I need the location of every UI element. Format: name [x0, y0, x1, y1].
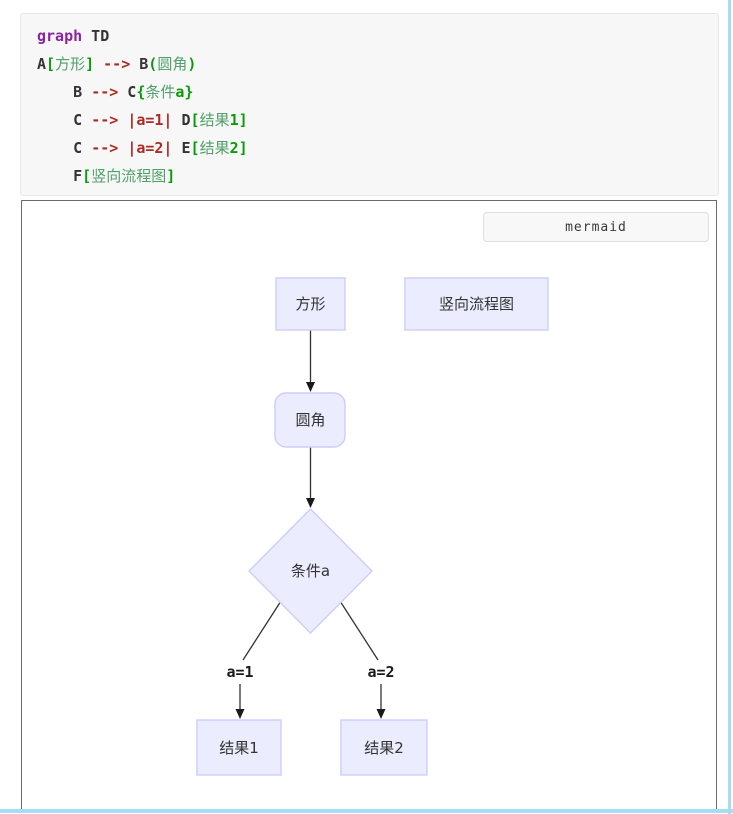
code-token: |a=1| — [127, 111, 173, 129]
code-token: D — [172, 111, 191, 129]
code-token: ] — [166, 167, 176, 185]
code-line: B --> C{条件a} — [37, 78, 702, 106]
node-vertical-flowchart-label: 竖向流程图 — [439, 295, 514, 313]
node-rounded-label: 圆角 — [295, 411, 325, 429]
code-token: [ — [190, 111, 200, 129]
code-token: 2 — [229, 139, 239, 157]
node-square: 方形 — [275, 277, 346, 331]
code-token: A — [37, 55, 47, 73]
code-token: --> — [91, 111, 119, 129]
code-token: 结果 — [199, 139, 230, 157]
code-token: 结果 — [199, 111, 230, 129]
code-token: F — [37, 167, 83, 185]
code-token: graph — [37, 27, 83, 45]
edge-label-a1: a=1 — [226, 663, 253, 681]
code-token: B — [130, 55, 149, 73]
node-rounded: 圆角 — [274, 392, 346, 448]
code-token: C — [118, 83, 137, 101]
node-vertical-flowchart: 竖向流程图 — [404, 277, 549, 331]
code-token: --> — [91, 83, 119, 101]
code-token: ( — [148, 55, 158, 73]
node-square-label: 方形 — [295, 295, 325, 313]
code-token: C — [37, 111, 92, 129]
code-block: graph TD A[方形] --> B(圆角) B --> C{条件a} C -… — [20, 13, 719, 196]
code-token: 方形 — [55, 55, 86, 73]
code-token: --> — [91, 139, 119, 157]
code-token: [ — [46, 55, 56, 73]
code-line: A[方形] --> B(圆角) — [37, 50, 702, 78]
window-edge-right-line — [728, 0, 731, 814]
code-token: |a=2| — [127, 139, 173, 157]
code-token: 条件 — [145, 83, 176, 101]
node-result-2: 结果2 — [340, 719, 428, 776]
edge-A-B — [306, 330, 315, 392]
code-token: ] — [238, 139, 248, 157]
code-token: [ — [82, 167, 92, 185]
code-token: 圆角 — [157, 55, 188, 73]
page: graph TD A[方形] --> B(圆角) B --> C{条件a} C -… — [0, 0, 733, 814]
code-token: 1 — [229, 111, 239, 129]
code-token: B — [37, 83, 92, 101]
code-line: graph TD — [37, 22, 702, 50]
window-edge-bottom-line — [0, 809, 733, 813]
code-token: TD — [82, 27, 110, 45]
edge-label-a2: a=2 — [367, 663, 394, 681]
code-token: C — [37, 139, 92, 157]
code-token: [ — [190, 139, 200, 157]
code-token: ] — [238, 111, 248, 129]
code-line: F[竖向流程图] — [37, 162, 702, 190]
code-token: ) — [187, 55, 197, 73]
edge-B-C — [306, 447, 315, 508]
code-line: C --> |a=1| D[结果1] — [37, 106, 702, 134]
code-line: C --> |a=2| E[结果2] — [37, 134, 702, 162]
edge-C-D: a=1 — [226, 600, 282, 719]
edge-C-E: a=2 — [339, 600, 395, 719]
code-token: } — [184, 83, 194, 101]
diagram-panel: mermaid a=1 a=2 方形 竖向流程图 圆角 条件a 结果1 结果2 — [21, 200, 717, 812]
code-token: --> — [103, 55, 131, 73]
code-token: ] — [85, 55, 95, 73]
flowchart-svg: a=1 a=2 方形 竖向流程图 圆角 条件a 结果1 结果2 — [196, 277, 549, 776]
code-token: E — [172, 139, 191, 157]
node-result-1-label: 结果1 — [219, 739, 259, 757]
node-result-2-label: 结果2 — [364, 739, 404, 757]
code-token: 竖向流程图 — [91, 167, 167, 185]
node-condition-label: 条件a — [291, 562, 330, 580]
node-result-1: 结果1 — [196, 719, 282, 776]
node-condition-diamond: 条件a — [248, 508, 373, 634]
